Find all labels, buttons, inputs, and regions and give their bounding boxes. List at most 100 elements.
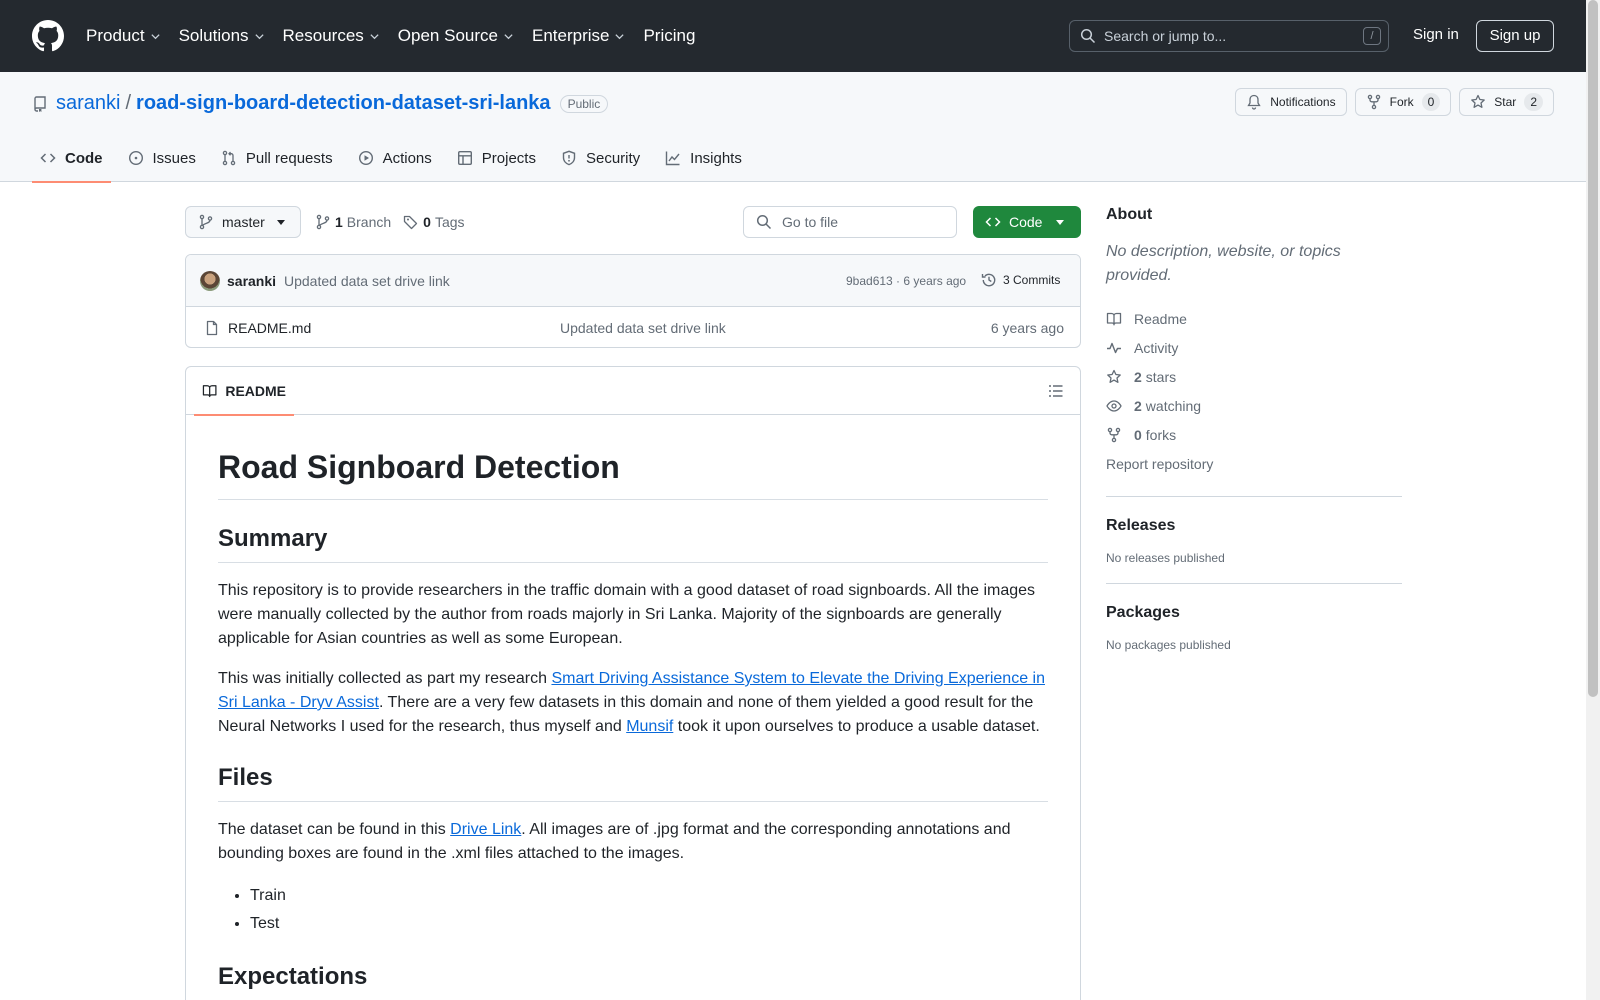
tab-security[interactable]: Security bbox=[553, 134, 648, 182]
forks-link[interactable]: 0 forks bbox=[1106, 420, 1402, 449]
forks-label: forks bbox=[1145, 426, 1177, 443]
sidebar-divider bbox=[1106, 496, 1402, 497]
files-heading: Files bbox=[218, 763, 1048, 802]
nav-open-source[interactable]: Open Source bbox=[398, 26, 514, 46]
activity-link[interactable]: Activity bbox=[1106, 333, 1402, 362]
readme-title: Road Signboard Detection bbox=[218, 447, 1048, 500]
commit-author-link[interactable]: saranki bbox=[227, 273, 276, 289]
main-column: master 1 Branch 0 Tags Go to file Code s… bbox=[185, 206, 1081, 1000]
watching-count: 2 bbox=[1134, 397, 1142, 414]
tab-issues[interactable]: Issues bbox=[120, 134, 204, 182]
sign-in-link[interactable]: Sign in bbox=[1413, 26, 1459, 43]
chevron-down-icon bbox=[370, 33, 379, 39]
repo-tabs: Code Issues Pull requests Actions Projec… bbox=[32, 134, 759, 183]
report-repository-link[interactable]: Report repository bbox=[1106, 449, 1402, 478]
star-count: 2 bbox=[1524, 93, 1543, 111]
packages-empty-text: No packages published bbox=[1106, 638, 1231, 652]
tab-code[interactable]: Code bbox=[32, 134, 111, 183]
readme-link[interactable]: Readme bbox=[1106, 304, 1402, 333]
branch-count: 1 bbox=[335, 214, 343, 230]
commit-hash-time[interactable]: 9bad613 · 6 years ago bbox=[846, 274, 966, 288]
graph-icon bbox=[665, 151, 680, 166]
branches-link[interactable]: 1 Branch bbox=[315, 214, 391, 230]
go-to-file-input[interactable]: Go to file bbox=[743, 206, 957, 238]
stars-link[interactable]: 2 stars bbox=[1106, 362, 1402, 391]
repo-name-link[interactable]: road-sign-board-detection-dataset-sri-la… bbox=[136, 92, 551, 115]
about-heading: About bbox=[1106, 206, 1153, 223]
nav-label: Open Source bbox=[397, 26, 498, 45]
nav-product[interactable]: Product bbox=[86, 26, 161, 46]
github-logo-icon[interactable] bbox=[32, 20, 64, 52]
nav-label: Enterprise bbox=[531, 26, 610, 45]
branch-icon bbox=[316, 214, 330, 230]
global-search-input[interactable]: Search or jump to... / bbox=[1069, 20, 1389, 52]
readme-panel: README Road Signboard Detection Summary … bbox=[185, 366, 1081, 1000]
branch-selector[interactable]: master bbox=[185, 206, 301, 238]
eye-icon bbox=[1106, 399, 1122, 412]
tab-label: Projects bbox=[481, 149, 536, 167]
file-row[interactable]: README.md Updated data set drive link 6 … bbox=[186, 307, 1080, 347]
list-outline-icon[interactable] bbox=[1048, 383, 1064, 399]
issue-icon bbox=[128, 150, 143, 166]
tab-label: Pull requests bbox=[245, 149, 333, 167]
text-fragment: The dataset can be found in this bbox=[218, 821, 451, 838]
code-icon bbox=[40, 153, 56, 163]
file-icon bbox=[206, 320, 218, 336]
fork-button[interactable]: Fork 0 bbox=[1354, 88, 1452, 116]
tags-link[interactable]: 0 Tags bbox=[403, 214, 465, 230]
watchers-link[interactable]: 2 watching bbox=[1106, 391, 1402, 420]
tab-actions[interactable]: Actions bbox=[350, 134, 440, 182]
search-icon bbox=[1080, 28, 1096, 44]
chevron-down-icon bbox=[254, 33, 264, 39]
drive-link[interactable]: Drive Link bbox=[450, 821, 521, 838]
shield-icon bbox=[562, 150, 576, 166]
pull-request-icon bbox=[222, 150, 236, 166]
code-dropdown-button[interactable]: Code bbox=[973, 206, 1081, 238]
stars-count: 2 bbox=[1134, 368, 1142, 385]
pulse-icon bbox=[1107, 342, 1121, 353]
notifications-button[interactable]: Notifications bbox=[1235, 88, 1347, 116]
tab-projects[interactable]: Projects bbox=[449, 134, 544, 182]
book-icon bbox=[1106, 312, 1122, 325]
tab-label: Insights bbox=[690, 149, 742, 167]
repo-owner-link[interactable]: saranki bbox=[56, 92, 120, 115]
sidebar-divider bbox=[1106, 583, 1402, 584]
packages-heading[interactable]: Packages bbox=[1106, 604, 1402, 622]
search-placeholder: Search or jump to... bbox=[1104, 28, 1227, 44]
commit-message-link[interactable]: Updated data set drive link bbox=[284, 273, 450, 289]
summary-paragraph-1: This repository is to provide researcher… bbox=[218, 582, 1036, 647]
sign-up-button[interactable]: Sign up bbox=[1476, 20, 1554, 52]
tab-label: Security bbox=[585, 149, 641, 167]
fork-count: 0 bbox=[1421, 93, 1441, 111]
commits-history-link[interactable]: 3 Commits bbox=[981, 272, 1060, 288]
nav-label: Pricing bbox=[643, 26, 696, 45]
star-icon bbox=[1107, 369, 1121, 383]
tab-insights[interactable]: Insights bbox=[657, 134, 750, 182]
repo-separator: / bbox=[125, 92, 132, 114]
tab-pull-requests[interactable]: Pull requests bbox=[213, 134, 341, 182]
caret-down-icon bbox=[276, 219, 285, 225]
fork-icon bbox=[1367, 94, 1380, 110]
tab-label: Actions bbox=[382, 149, 432, 167]
nav-resources[interactable]: Resources bbox=[283, 26, 380, 46]
branch-name: master bbox=[222, 214, 265, 230]
releases-heading[interactable]: Releases bbox=[1106, 517, 1402, 535]
releases-empty-text: No releases published bbox=[1106, 551, 1225, 565]
file-commit-message[interactable]: Updated data set drive link bbox=[560, 320, 726, 336]
page-scrollbar-thumb[interactable] bbox=[1588, 0, 1598, 697]
nav-solutions[interactable]: Solutions bbox=[179, 26, 265, 46]
nav-pricing[interactable]: Pricing bbox=[643, 26, 695, 46]
files-paragraph: The dataset can be found in this Drive L… bbox=[218, 818, 1048, 866]
latest-commit-row: saranki Updated data set drive link 9bad… bbox=[186, 255, 1080, 307]
avatar[interactable] bbox=[200, 271, 220, 291]
munsif-link[interactable]: Munsif bbox=[626, 718, 673, 735]
watching-label: watching bbox=[1145, 397, 1202, 414]
search-icon bbox=[756, 214, 772, 230]
nav-enterprise[interactable]: Enterprise bbox=[532, 26, 625, 46]
file-name-link[interactable]: README.md bbox=[228, 320, 311, 336]
chevron-down-icon bbox=[504, 33, 513, 39]
readme-tab[interactable]: README bbox=[194, 367, 294, 416]
code-icon bbox=[985, 217, 1001, 227]
star-button[interactable]: Star 2 bbox=[1459, 88, 1554, 116]
readme-header: README bbox=[186, 367, 1080, 416]
